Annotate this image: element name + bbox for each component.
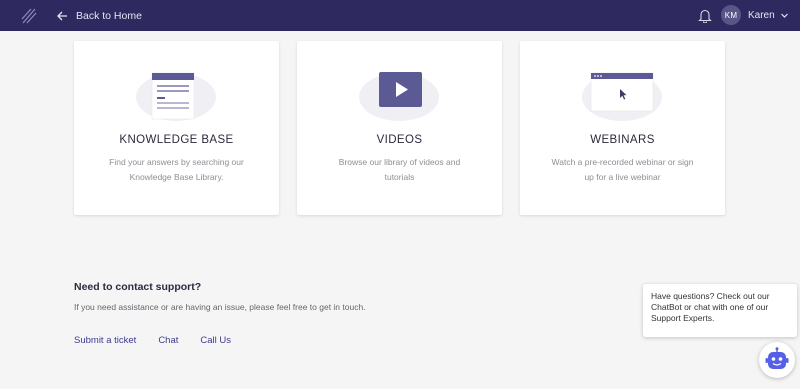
videos-card[interactable]: VIDEOS Browse our library of videos and …: [297, 41, 502, 215]
card-description: Find your answers by searching our Knowl…: [109, 157, 244, 182]
user-name: Karen: [748, 10, 775, 21]
avatar-initials: KM: [724, 10, 738, 20]
card-description: Watch a pre-recorded webinar or sign up …: [551, 157, 694, 182]
submit-ticket-link[interactable]: Submit a ticket: [74, 335, 136, 346]
back-to-home-link[interactable]: Back to Home: [56, 0, 142, 31]
chatbot-message-bubble[interactable]: Have questions? Check out our ChatBot or…: [643, 284, 797, 337]
browser-window-icon: [582, 72, 662, 121]
card-title: VIDEOS: [376, 134, 423, 146]
play-icon: [359, 72, 439, 121]
back-to-home-label: Back to Home: [76, 9, 142, 22]
card-title: KNOWLEDGE BASE: [119, 134, 234, 146]
logo-icon[interactable]: [20, 7, 38, 25]
call-us-link[interactable]: Call Us: [200, 335, 231, 346]
webinars-card[interactable]: WEBINARS Watch a pre-recorded webinar or…: [520, 41, 725, 215]
arrow-left-icon: [57, 11, 67, 20]
user-menu[interactable]: Karen: [748, 0, 789, 31]
top-navbar: Back to Home KM Karen: [0, 0, 800, 31]
knowledge-base-card[interactable]: KNOWLEDGE BASE Find your answers by sear…: [74, 41, 279, 215]
card-description: Browse our library of videos and tutoria…: [338, 157, 461, 182]
support-heading: Need to contact support?: [74, 281, 202, 293]
chevron-down-icon: [780, 13, 788, 18]
bell-icon[interactable]: [698, 8, 712, 23]
chat-link[interactable]: Chat: [158, 335, 178, 346]
card-title: WEBINARS: [590, 134, 655, 146]
chatbot-button[interactable]: [759, 342, 795, 378]
avatar[interactable]: KM: [721, 5, 741, 25]
document-icon: [136, 72, 216, 121]
support-links: Submit a ticket Chat Call Us: [74, 335, 253, 346]
robot-icon: [765, 347, 789, 369]
support-text: If you need assistance or are having an …: [74, 302, 366, 312]
